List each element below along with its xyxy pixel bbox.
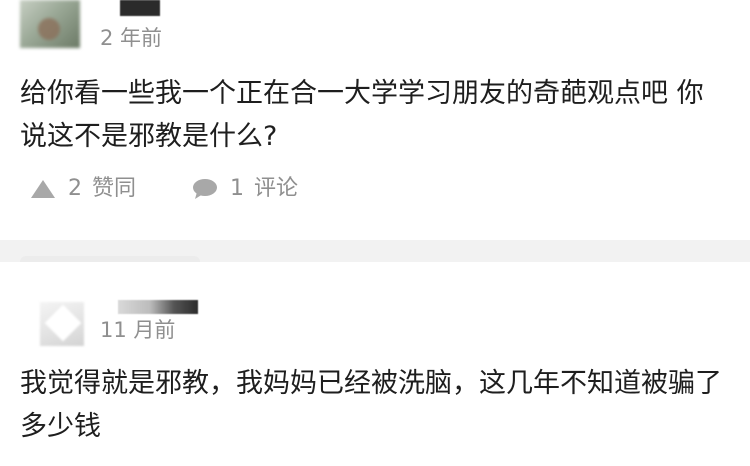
comment-count: 1 <box>230 176 245 201</box>
like-label: 赞同 <box>92 176 137 201</box>
username-redacted <box>120 0 160 16</box>
comment-actions: 2 赞同 1 评论 <box>30 178 298 200</box>
comment-timestamp: 11 月前 <box>100 318 176 342</box>
comment-button[interactable]: 1 评论 <box>192 178 298 200</box>
comment-text: 我觉得就是邪教，我妈妈已经被洗脑，这几年不知道被骗了多少钱 <box>20 368 722 442</box>
triangle-up-icon <box>30 179 56 199</box>
comment-timestamp: 2 年前 <box>100 26 163 50</box>
like-button[interactable]: 2 赞同 <box>30 178 136 200</box>
username-redacted <box>118 300 198 314</box>
avatar[interactable] <box>40 302 84 346</box>
comment-card: 11 月前 我觉得就是邪教，我妈妈已经被洗脑，这几年不知道被骗了多少钱 <box>0 262 750 466</box>
avatar[interactable] <box>20 0 80 48</box>
like-count: 2 <box>68 176 82 201</box>
speech-bubble-icon <box>192 178 218 200</box>
comment-label: 评论 <box>254 176 299 201</box>
comment-card: 2 年前 给你看一些我一个正在合一大学学习朋友的奇葩观点吧 你说这不是邪教是什么… <box>0 0 750 240</box>
comment-text: 给你看一些我一个正在合一大学学习朋友的奇葩观点吧 你说这不是邪教是什么? <box>20 78 704 152</box>
